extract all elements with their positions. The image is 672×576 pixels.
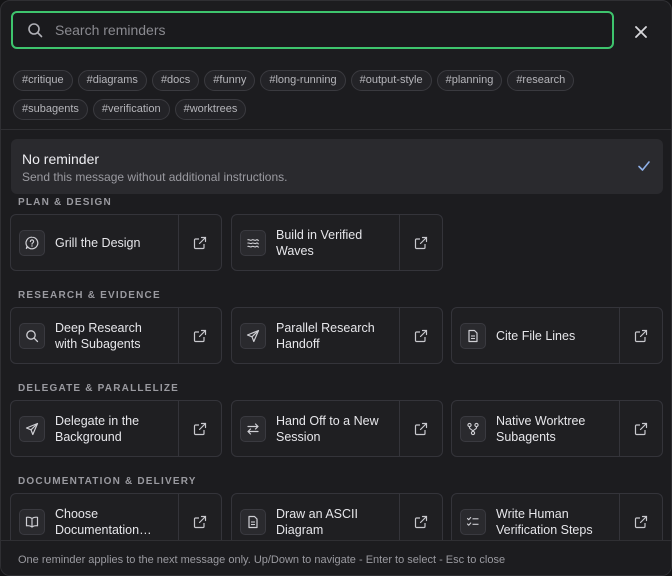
external-link-icon <box>414 422 428 436</box>
reminder-card-parallel-research-handoff[interactable]: Parallel Research Handoff <box>231 307 443 364</box>
reminder-card-label: Build in Verified Waves <box>276 227 363 258</box>
reminder-card-cite-file-lines[interactable]: Cite File Lines <box>451 307 663 364</box>
open-reminder-button[interactable] <box>178 308 221 363</box>
section-title-plan-design: PLAN & DESIGN <box>18 197 112 208</box>
tag-chip[interactable]: #docs <box>151 70 200 91</box>
reminder-card-hand-off-new-session[interactable]: Hand Off to a New Session <box>231 400 443 457</box>
external-link-icon <box>634 422 648 436</box>
reminder-card-main[interactable]: Cite File Lines <box>452 308 619 363</box>
reminder-card-label: Deep Research with Subagents <box>55 320 142 351</box>
search-box[interactable] <box>11 11 614 49</box>
section-title-delegate-parallelize: DELEGATE & PARALLELIZE <box>18 383 180 394</box>
section-title-research-evidence: RESEARCH & EVIDENCE <box>18 290 161 301</box>
tag-chip[interactable]: #funny <box>204 70 256 91</box>
close-button[interactable] <box>630 21 652 43</box>
checklist-icon <box>460 508 486 535</box>
search-input[interactable] <box>53 12 612 48</box>
external-link-icon <box>193 515 207 529</box>
git-branch-icon <box>460 415 486 442</box>
reminder-card-main[interactable]: Delegate in the Background <box>11 401 178 456</box>
open-reminder-button[interactable] <box>399 308 442 363</box>
external-link-icon <box>193 329 207 343</box>
search-icon <box>27 22 43 38</box>
reminder-card-build-in-verified-waves[interactable]: Build in Verified Waves <box>231 214 443 271</box>
reminder-card-main[interactable]: Native Worktree Subagents <box>452 401 619 456</box>
section-title-documentation-delivery: DOCUMENTATION & DELIVERY <box>18 476 197 487</box>
external-link-icon <box>634 515 648 529</box>
tag-chip[interactable]: #planning <box>436 70 503 91</box>
question-icon <box>19 229 45 256</box>
tag-chip[interactable]: #subagents <box>13 99 88 120</box>
external-link-icon <box>414 329 428 343</box>
search-icon <box>19 322 45 349</box>
file-icon <box>240 508 266 535</box>
check-icon <box>637 159 651 173</box>
reminder-card-main[interactable]: Parallel Research Handoff <box>232 308 399 363</box>
reminder-card-main[interactable]: Hand Off to a New Session <box>232 401 399 456</box>
no-reminder-title: No reminder <box>22 151 100 167</box>
file-icon <box>460 322 486 349</box>
waves-icon <box>240 229 266 256</box>
reminder-card-label: Write Human Verification Steps <box>496 506 593 537</box>
keyboard-hint-footer: One reminder applies to the next message… <box>1 540 671 575</box>
tag-filter-list: #critique #diagrams #docs #funny #long-r… <box>13 70 653 120</box>
send-icon <box>19 415 45 442</box>
reminder-card-main[interactable]: Grill the Design <box>11 215 178 270</box>
reminder-card-native-worktree-subagents[interactable]: Native Worktree Subagents <box>451 400 663 457</box>
reminder-card-main[interactable]: Deep Research with Subagents <box>11 308 178 363</box>
tag-chip[interactable]: #diagrams <box>77 70 147 91</box>
reminder-card-grill-the-design[interactable]: Grill the Design <box>10 214 222 271</box>
tag-chip[interactable]: #long-running <box>260 70 346 91</box>
tag-chip[interactable]: #verification <box>92 99 170 120</box>
reminder-card-label: Parallel Research Handoff <box>276 320 375 351</box>
open-reminder-button[interactable] <box>178 401 221 456</box>
tag-chip[interactable]: #critique <box>13 70 73 91</box>
reminder-card-deep-research[interactable]: Deep Research with Subagents <box>10 307 222 364</box>
reminder-card-label: Choose Documentation Surface <box>55 506 140 537</box>
external-link-icon <box>414 236 428 250</box>
open-reminder-button[interactable] <box>619 401 662 456</box>
open-reminder-button[interactable] <box>178 215 221 270</box>
no-reminder-subtitle: Send this message without additional ins… <box>22 170 288 184</box>
close-icon <box>635 26 647 38</box>
tag-chip[interactable]: #output-style <box>350 70 432 91</box>
tag-chip[interactable]: #worktrees <box>174 99 247 120</box>
reminder-card-label: Native Worktree Subagents <box>496 413 586 444</box>
external-link-icon <box>414 515 428 529</box>
external-link-icon <box>634 329 648 343</box>
reminder-card-label: Cite File Lines <box>496 328 576 343</box>
open-reminder-button[interactable] <box>399 401 442 456</box>
reminder-card-label: Draw an ASCII Diagram <box>276 506 358 537</box>
swap-icon <box>240 415 266 442</box>
reminder-picker: #critique #diagrams #docs #funny #long-r… <box>0 0 672 576</box>
tag-chip[interactable]: #research <box>507 70 575 91</box>
reminder-card-main[interactable]: Build in Verified Waves <box>232 215 399 270</box>
reminder-card-delegate-background[interactable]: Delegate in the Background <box>10 400 222 457</box>
no-reminder-option[interactable]: No reminder Send this message without ad… <box>11 139 663 194</box>
reminder-card-label: Hand Off to a New Session <box>276 413 379 444</box>
open-reminder-button[interactable] <box>619 308 662 363</box>
book-icon <box>19 508 45 535</box>
external-link-icon <box>193 422 207 436</box>
send-icon <box>240 322 266 349</box>
reminder-card-label: Delegate in the Background <box>55 413 140 444</box>
reminder-card-label: Grill the Design <box>55 235 141 250</box>
open-reminder-button[interactable] <box>399 215 442 270</box>
header-divider <box>1 129 671 130</box>
footer-text: One reminder applies to the next message… <box>18 554 506 566</box>
external-link-icon <box>193 236 207 250</box>
